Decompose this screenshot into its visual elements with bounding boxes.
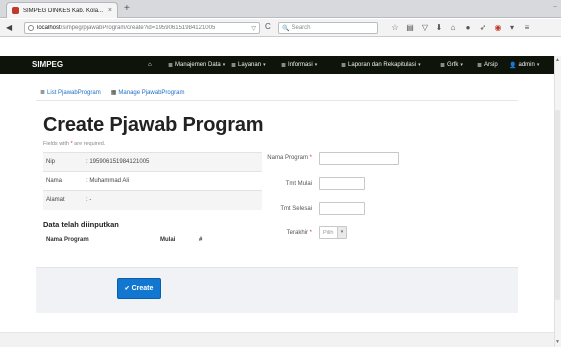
menu-layanan[interactable]: ≣ Layanan ▾ (231, 56, 266, 74)
operation-links: ≣ List PjawabProgram ▦ Manage PjawabProg… (40, 89, 184, 97)
tmt-mulai-label: Tmt Mulai (285, 181, 312, 187)
list-icon: ≣ (168, 62, 174, 69)
caret-down-icon: ▾ (460, 62, 463, 68)
table-row: Alamat : - (43, 190, 262, 210)
page-title: Create Pjawab Program (43, 114, 264, 136)
info-key: Nama (43, 171, 83, 191)
nama-program-input[interactable] (319, 152, 399, 165)
reload-icon[interactable]: C (265, 22, 271, 31)
info-key: Nip (43, 152, 83, 172)
info-key: Alamat (43, 190, 83, 210)
url-bar[interactable]: localhost/simpeg/pjawabProgram/create?id… (24, 22, 260, 34)
employee-info-table: Nip : 195906151984121005 Nama : Muhammad… (43, 152, 262, 210)
info-value: : - (83, 190, 262, 210)
url-text: localhost/simpeg/pjawabProgram/create?id… (37, 25, 216, 31)
info-value: : 195906151984121005 (83, 152, 262, 172)
create-button[interactable]: ✔ Create (117, 278, 161, 299)
info-value: : Muhammad Ali (83, 171, 262, 191)
extension-icon[interactable]: ◉ (493, 22, 503, 34)
hamburger-menu-icon[interactable]: ≡ (522, 22, 532, 34)
search-placeholder: Search (291, 25, 311, 31)
column-header-action: # (199, 237, 203, 243)
nama-program-label: Nama Program * (267, 155, 312, 161)
form-actions (36, 267, 518, 313)
browser-tab[interactable]: SIMPEG DINKES Kab. Kola... × (6, 2, 118, 18)
divider (36, 100, 518, 101)
home-menu[interactable]: ⌂ (148, 56, 154, 74)
chevron-down-icon: ▾ (337, 227, 346, 238)
list-icon: ≣ (281, 62, 287, 69)
scrollbar-thumb[interactable] (555, 110, 560, 300)
tmt-selesai-input[interactable] (319, 202, 365, 215)
home-icon[interactable]: ⌂ (448, 22, 458, 34)
scroll-up-icon[interactable]: ▲ (554, 56, 561, 64)
caret-down-icon: ▾ (536, 62, 540, 68)
url-dropdown-icon[interactable]: ▽ (251, 25, 256, 32)
user-icon: 👤 (509, 62, 517, 69)
app-header: SIMPEG ⌂ ≣ Manajemen Data ▾ ≣ Layanan ▾ ≣ Inf… (0, 56, 561, 74)
menu-manajemen-data[interactable]: ≣ Manajemen Data ▾ (168, 56, 225, 74)
pocket-icon[interactable]: ▽ (420, 22, 430, 34)
menu-grfk[interactable]: ≣ Grfk ▾ (440, 56, 463, 74)
menu-arsip[interactable]: ≣ Arsip (477, 56, 498, 74)
caret-down-icon: ▾ (418, 62, 421, 68)
list-icon: ≣ (341, 62, 347, 69)
entered-data-heading: Data telah diinputkan (43, 220, 119, 229)
terakhir-select[interactable]: Pilih ▾ (319, 226, 347, 239)
manage-pjawabprogram-link[interactable]: Manage PjawabProgram (118, 90, 184, 96)
column-header-nama-program: Nama Program (46, 237, 89, 243)
window-minimize-icon[interactable]: – (553, 3, 557, 10)
required-note: Fields with * are required. (43, 141, 106, 147)
download-icon[interactable]: ⬇ (434, 22, 444, 34)
list-icon: ≣ (440, 62, 446, 69)
caret-down-icon: ▾ (222, 62, 226, 68)
column-header-mulai: Mulai (160, 237, 176, 243)
list-icon: ≣ (477, 62, 483, 69)
send-icon[interactable]: ➶ (478, 22, 488, 34)
terakhir-label: Terakhir * (286, 230, 312, 236)
table-row: Nip : 195906151984121005 (43, 152, 262, 172)
tmt-mulai-input[interactable] (319, 177, 365, 190)
browser-tabbar: SIMPEG DINKES Kab. Kola... × + – (0, 0, 561, 18)
extension-menu-icon[interactable]: ▾ (507, 22, 517, 34)
browser-navbar: ◀ localhost/simpeg/pjawabProgram/create?… (0, 19, 561, 37)
menu-laporan[interactable]: ≣ Laporan dan Rekapitulasi ▾ (341, 56, 421, 74)
table-icon: ▦ (110, 90, 117, 96)
list-icon: ≣ (40, 90, 46, 96)
tmt-selesai-label: Tmt Selesai (280, 206, 312, 212)
chat-icon[interactable]: ● (463, 22, 473, 34)
site-info-icon[interactable] (28, 25, 34, 31)
check-icon: ✔ (124, 286, 130, 292)
caret-down-icon: ▾ (263, 62, 266, 68)
search-input[interactable]: 🔍 Search (278, 22, 378, 34)
favicon-icon (12, 7, 19, 14)
tab-close-icon[interactable]: × (108, 7, 112, 14)
library-icon[interactable]: ▤ (405, 22, 415, 34)
table-row: Nama : Muhammad Ali (43, 171, 262, 191)
home-icon: ⌂ (148, 62, 152, 68)
page-footer (0, 332, 561, 347)
app-brand[interactable]: SIMPEG (32, 60, 63, 69)
menu-informasi[interactable]: ≣ Informasi ▾ (281, 56, 317, 74)
new-tab-button[interactable]: + (124, 3, 130, 15)
list-icon: ≣ (231, 62, 237, 69)
bookmark-star-icon[interactable]: ☆ (390, 22, 400, 34)
tab-title: SIMPEG DINKES Kab. Kola... (23, 7, 104, 14)
search-icon: 🔍 (282, 25, 290, 32)
back-button[interactable]: ◀ (6, 22, 12, 34)
list-pjawabprogram-link[interactable]: List PjawabProgram (47, 90, 101, 96)
caret-down-icon: ▾ (314, 62, 318, 68)
scroll-down-icon[interactable]: ▼ (554, 338, 561, 346)
menu-admin[interactable]: 👤 admin ▾ (509, 56, 539, 74)
